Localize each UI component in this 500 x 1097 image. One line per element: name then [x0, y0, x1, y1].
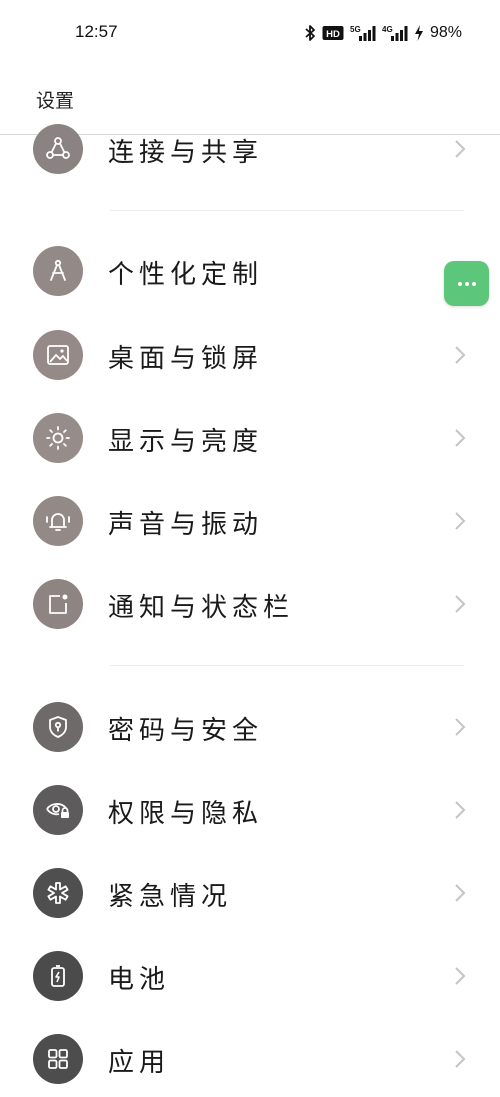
- settings-item-label: 密码与安全: [108, 716, 264, 746]
- chevron-right-icon: [455, 718, 466, 736]
- settings-item-battery[interactable]: 电池: [0, 941, 500, 1011]
- chevron-right-icon: [455, 967, 466, 985]
- settings-list: 连接与共享 个性化定制 桌面与锁屏 显示与亮度 声音与振动 通知与状态栏 密码与…: [0, 0, 500, 1097]
- settings-item-apps[interactable]: 应用: [0, 1024, 500, 1094]
- settings-item-sound-vibration[interactable]: 声音与振动: [0, 486, 500, 556]
- settings-item-label: 应用: [108, 1048, 171, 1078]
- settings-item-label: 电池: [108, 965, 171, 995]
- settings-item-label: 紧急情况: [108, 882, 233, 912]
- chevron-right-icon: [455, 140, 466, 158]
- share-nodes-icon: [33, 124, 83, 174]
- chevron-right-icon: [455, 1050, 466, 1068]
- settings-item-label: 桌面与锁屏: [108, 344, 264, 374]
- settings-item-desktop-lockscreen[interactable]: 桌面与锁屏: [0, 320, 500, 390]
- settings-item-label: 通知与状态栏: [108, 593, 295, 623]
- settings-item-permission-privacy[interactable]: 权限与隐私: [0, 775, 500, 845]
- group-divider: [110, 210, 464, 211]
- settings-item-display-brightness[interactable]: 显示与亮度: [0, 403, 500, 473]
- apps-grid-icon: [33, 1034, 83, 1084]
- compass-tool-icon: [33, 246, 83, 296]
- chevron-right-icon: [455, 595, 466, 613]
- eye-lock-icon: [33, 785, 83, 835]
- asterisk-icon: [33, 868, 83, 918]
- chevron-right-icon: [455, 429, 466, 447]
- chevron-right-icon: [455, 512, 466, 530]
- notification-icon: [33, 579, 83, 629]
- shield-key-icon: [33, 702, 83, 752]
- settings-item-emergency[interactable]: 紧急情况: [0, 858, 500, 928]
- battery-charge-icon: [33, 951, 83, 1001]
- settings-item-password-security[interactable]: 密码与安全: [0, 692, 500, 762]
- chevron-right-icon: [455, 801, 466, 819]
- image-icon: [33, 330, 83, 380]
- more-dots-icon: [457, 281, 476, 286]
- sun-icon: [33, 413, 83, 463]
- chevron-right-icon: [455, 884, 466, 902]
- group-divider: [110, 665, 464, 666]
- settings-item-notification-statusbar[interactable]: 通知与状态栏: [0, 569, 500, 639]
- floating-more-button[interactable]: [444, 261, 489, 306]
- settings-item-label: 个性化定制: [108, 260, 264, 290]
- settings-item-label: 连接与共享: [108, 138, 264, 168]
- bell-vibrate-icon: [33, 496, 83, 546]
- settings-item-connection-sharing[interactable]: 连接与共享: [0, 114, 500, 184]
- settings-item-label: 声音与振动: [108, 510, 264, 540]
- settings-item-label: 显示与亮度: [108, 427, 264, 457]
- settings-item-personalization[interactable]: 个性化定制: [0, 236, 500, 306]
- chevron-right-icon: [455, 346, 466, 364]
- settings-item-label: 权限与隐私: [108, 799, 264, 829]
